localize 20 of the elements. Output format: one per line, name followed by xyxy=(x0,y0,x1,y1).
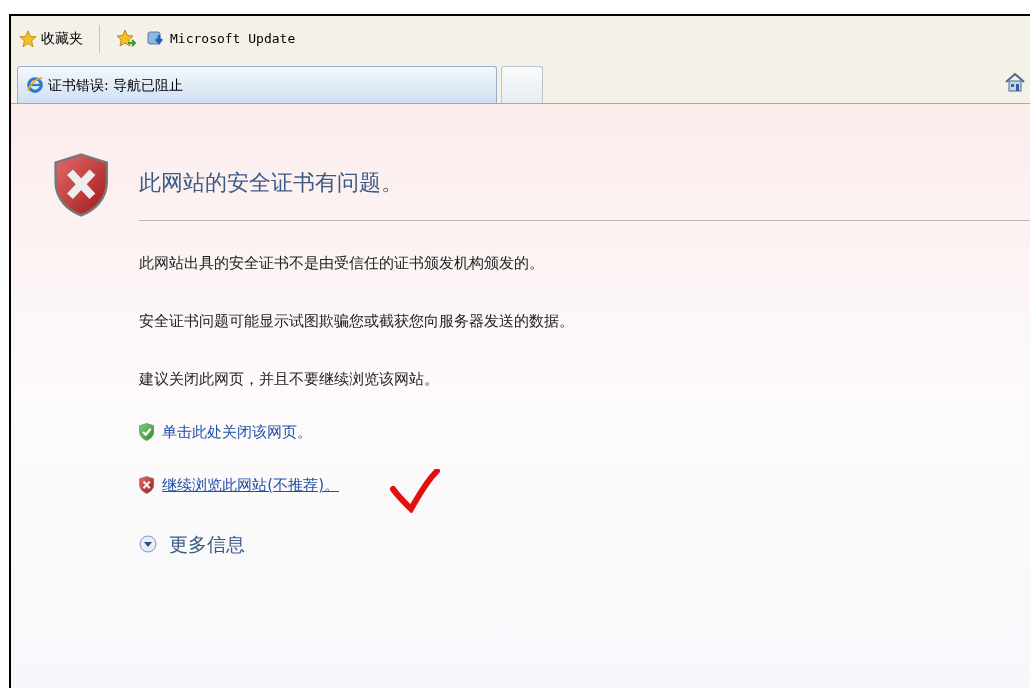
browser-logo-icon xyxy=(26,76,44,94)
action-link[interactable]: 单击此处关闭该网页。 xyxy=(162,420,313,444)
more-info-link[interactable]: 更多信息 xyxy=(169,530,245,559)
page-heading: 此网站的安全证书有问题。 xyxy=(139,169,404,197)
action-link[interactable]: 继续浏览此网站(不推荐)。 xyxy=(162,473,339,497)
add-favorite-icon[interactable] xyxy=(116,28,138,49)
shield-icon xyxy=(139,423,155,441)
star-icon[interactable] xyxy=(19,29,37,48)
checkmark-drawing xyxy=(389,469,441,513)
home-icon[interactable] xyxy=(1004,71,1026,93)
error-shield-icon xyxy=(53,153,109,217)
browser-tab[interactable] xyxy=(501,66,543,103)
expand-icon[interactable] xyxy=(139,535,157,554)
favorite-link[interactable]: Microsoft Update xyxy=(170,28,296,49)
paragraph: 安全证书问题可能显示试图欺骗您或截获您向服务器发送的数据。 xyxy=(139,311,575,331)
favorites-label[interactable]: 收藏夹 xyxy=(41,28,83,49)
browser-tab[interactable]: 证书错误: 导航已阻止 xyxy=(17,66,497,103)
shield-icon xyxy=(139,476,155,494)
paragraph: 此网站出具的安全证书不是由受信任的证书颁发机构颁发的。 xyxy=(139,253,545,273)
paragraph: 建议关闭此网页，并且不要继续浏览该网站。 xyxy=(139,369,440,389)
